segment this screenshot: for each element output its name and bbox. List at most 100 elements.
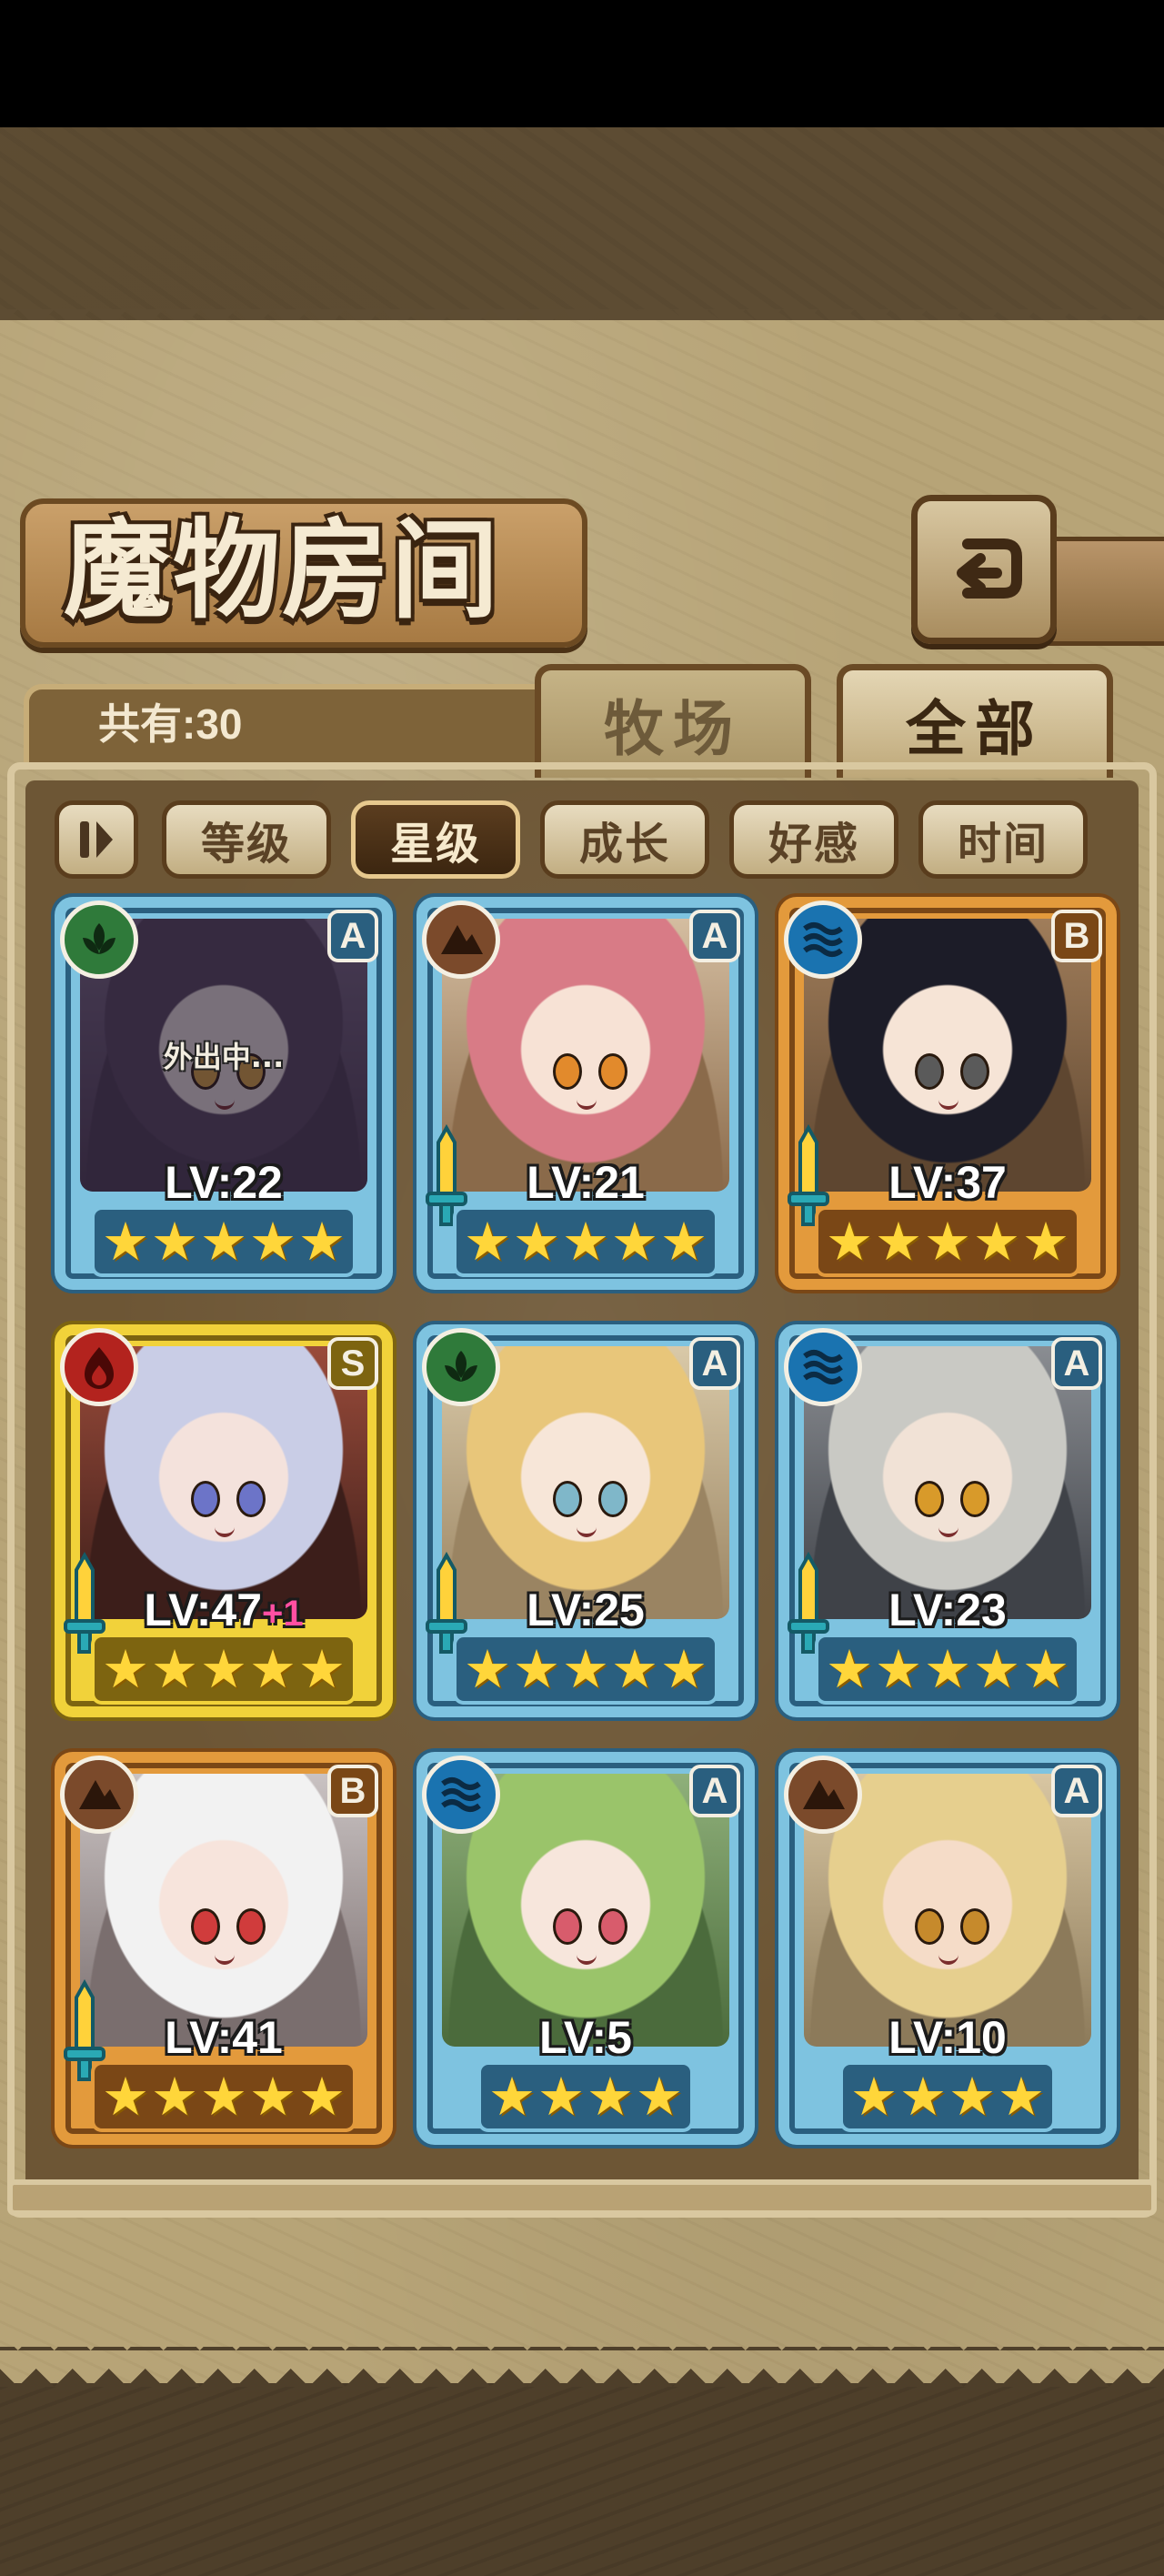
portrait-eye bbox=[960, 1908, 989, 1945]
monster-card[interactable]: A LV:23 ★ ★ ★ ★ ★ bbox=[778, 1324, 1117, 1717]
star-icon: ★ bbox=[102, 2066, 149, 2128]
sort-by-growth-button[interactable]: 成长 bbox=[540, 800, 709, 879]
back-button[interactable] bbox=[911, 495, 1057, 644]
star-rating: ★ ★ ★ ★ ★ bbox=[815, 1206, 1080, 1277]
star-rating: ★ ★ ★ ★ bbox=[477, 2061, 694, 2132]
star-icon: ★ bbox=[102, 1211, 149, 1273]
star-icon: ★ bbox=[200, 1211, 247, 1273]
portrait-mouth bbox=[938, 1952, 958, 1965]
star-icon: ★ bbox=[875, 1638, 922, 1700]
level-label: LV:25 bbox=[416, 1585, 755, 1635]
sort-by-level-button[interactable]: 等级 bbox=[162, 800, 331, 879]
level-label: LV:22 bbox=[55, 1157, 393, 1208]
sort-by-time-button[interactable]: 时间 bbox=[918, 800, 1088, 879]
star-icon: ★ bbox=[464, 1211, 511, 1273]
star-icon: ★ bbox=[151, 1211, 198, 1273]
rank-badge: S bbox=[327, 1337, 378, 1390]
water-icon bbox=[422, 1756, 500, 1834]
portrait-eye bbox=[960, 1481, 989, 1517]
level-label: LV:21 bbox=[416, 1157, 755, 1208]
monster-card[interactable]: B LV:37 ★ ★ ★ ★ ★ bbox=[778, 897, 1117, 1290]
monster-count: 共有:30 bbox=[98, 700, 243, 748]
list-bottom-bar bbox=[7, 2179, 1157, 2216]
rank-badge: A bbox=[689, 910, 740, 962]
panel-torn-edge-bottom bbox=[0, 2347, 1164, 2387]
star-icon: ★ bbox=[464, 1638, 511, 1700]
nature-icon bbox=[422, 1328, 500, 1406]
earth-icon bbox=[784, 1756, 862, 1834]
monster-card[interactable]: A LV:21 ★ ★ ★ ★ ★ bbox=[416, 897, 755, 1290]
water-icon bbox=[784, 901, 862, 979]
portrait-eye bbox=[598, 1908, 627, 1945]
sort-direction-icon bbox=[80, 821, 113, 858]
star-rating: ★ ★ ★ ★ ★ bbox=[91, 2061, 356, 2132]
star-icon: ★ bbox=[537, 2066, 585, 2128]
level-label: LV:41 bbox=[55, 2012, 393, 2063]
portrait-eye bbox=[960, 1053, 989, 1090]
star-icon: ★ bbox=[249, 2066, 296, 2128]
star-icon: ★ bbox=[850, 2066, 898, 2128]
star-icon: ★ bbox=[298, 1211, 346, 1273]
sort-by-growth-label: 成长 bbox=[578, 819, 670, 870]
tab-ranch-label: 牧场 bbox=[604, 693, 742, 764]
portrait-mouth bbox=[938, 1524, 958, 1537]
sort-order-toggle[interactable] bbox=[55, 800, 138, 879]
star-icon: ★ bbox=[826, 1211, 873, 1273]
monster-card[interactable]: 外出中... A LV:22 ★ ★ ★ ★ ★ bbox=[55, 897, 393, 1290]
rank-badge: A bbox=[327, 910, 378, 962]
star-icon: ★ bbox=[298, 1638, 346, 1700]
star-rating: ★ ★ ★ ★ ★ bbox=[91, 1206, 356, 1277]
portrait-eye bbox=[915, 1481, 944, 1517]
star-icon: ★ bbox=[611, 1638, 658, 1700]
sort-by-level-label: 等级 bbox=[200, 819, 292, 870]
tab-ranch[interactable]: 牧场 bbox=[535, 664, 811, 778]
portrait-eye bbox=[598, 1481, 627, 1517]
earth-icon bbox=[422, 901, 500, 979]
level-value: LV:10 bbox=[888, 2012, 1007, 2063]
level-label: LV:23 bbox=[778, 1585, 1117, 1635]
star-icon: ★ bbox=[298, 2066, 346, 2128]
nature-icon bbox=[60, 901, 138, 979]
star-icon: ★ bbox=[973, 1211, 1020, 1273]
portrait-eye bbox=[915, 1053, 944, 1090]
portrait-eye bbox=[553, 1481, 582, 1517]
star-rating: ★ ★ ★ ★ ★ bbox=[453, 1634, 718, 1705]
level-label: LV:10 bbox=[778, 2012, 1117, 2063]
monster-card[interactable]: A LV:25 ★ ★ ★ ★ ★ bbox=[416, 1324, 755, 1717]
level-value: LV:25 bbox=[527, 1585, 645, 1635]
star-icon: ★ bbox=[660, 1211, 707, 1273]
sort-by-star-button[interactable]: 星级 bbox=[351, 800, 520, 879]
star-icon: ★ bbox=[611, 1211, 658, 1273]
sort-by-star-label: 星级 bbox=[389, 819, 481, 870]
return-arrow-icon bbox=[957, 538, 1022, 599]
earth-icon bbox=[60, 1756, 138, 1834]
star-icon: ★ bbox=[488, 2066, 536, 2128]
monster-card[interactable]: B LV:41 ★ ★ ★ ★ ★ bbox=[55, 1752, 393, 2145]
portrait-mouth bbox=[215, 1952, 235, 1965]
star-rating: ★ ★ ★ ★ ★ bbox=[91, 1634, 356, 1705]
star-icon: ★ bbox=[998, 2066, 1045, 2128]
map-background-bottom bbox=[0, 2383, 1164, 2576]
star-icon: ★ bbox=[200, 2066, 247, 2128]
monster-card[interactable]: A LV:10 ★ ★ ★ ★ bbox=[778, 1752, 1117, 2145]
sort-by-affection-button[interactable]: 好感 bbox=[729, 800, 898, 879]
monster-card[interactable]: S LV:47+1 ★ ★ ★ ★ ★ bbox=[55, 1324, 393, 1717]
water-icon bbox=[784, 1328, 862, 1406]
rank-badge: A bbox=[689, 1765, 740, 1817]
level-value: LV:22 bbox=[165, 1157, 283, 1208]
star-icon: ★ bbox=[924, 1638, 971, 1700]
portrait-eye bbox=[236, 1908, 266, 1945]
star-icon: ★ bbox=[826, 1638, 873, 1700]
tab-all[interactable]: 全部 bbox=[837, 664, 1113, 778]
portrait-eye bbox=[191, 1481, 220, 1517]
level-label: LV:5 bbox=[416, 2012, 755, 2063]
monster-card[interactable]: A LV:5 ★ ★ ★ ★ bbox=[416, 1752, 755, 2145]
level-bonus: +1 bbox=[262, 1594, 304, 1634]
star-icon: ★ bbox=[513, 1211, 560, 1273]
level-value: LV:23 bbox=[888, 1585, 1007, 1635]
rank-badge: B bbox=[1051, 910, 1102, 962]
sort-by-time-label: 时间 bbox=[957, 819, 1049, 870]
star-icon: ★ bbox=[1022, 1638, 1069, 1700]
star-icon: ★ bbox=[948, 2066, 996, 2128]
sort-by-affection-label: 好感 bbox=[768, 819, 859, 870]
